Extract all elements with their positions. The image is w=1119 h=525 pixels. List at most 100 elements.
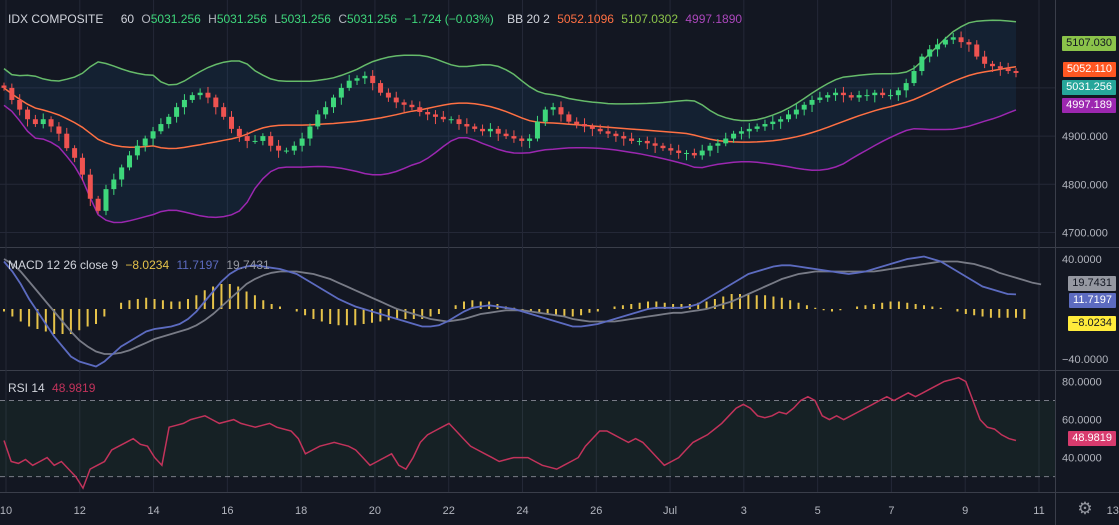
- candle-body: [25, 109, 31, 120]
- candle-body: [197, 92, 203, 96]
- candle-body: [409, 104, 415, 108]
- candle-body: [597, 128, 603, 132]
- candle-body: [927, 49, 933, 57]
- candle-body: [56, 126, 62, 134]
- x-tick-label: 20: [369, 505, 381, 517]
- bb-lower-value: 4997.1890: [685, 12, 743, 26]
- x-tick-label: 9: [962, 505, 968, 517]
- candle-body: [778, 119, 784, 122]
- candle-body: [864, 95, 870, 97]
- interval-label[interactable]: 60: [121, 12, 134, 26]
- ohlc-open-label: O: [141, 12, 151, 26]
- rsi-tag: 48.9819: [1068, 431, 1116, 446]
- candle-body: [440, 116, 446, 120]
- candle-body: [715, 143, 721, 146]
- x-tick-label: 7: [888, 505, 894, 517]
- candle-body: [699, 150, 705, 156]
- candle-body: [935, 44, 941, 50]
- price-tag-bb-lower: 4997.189: [1062, 98, 1116, 113]
- y-tick-label: 4900.000: [1062, 131, 1108, 143]
- x-tick-label: 24: [516, 505, 528, 517]
- rsi-legend: RSI 14 48.9819: [8, 381, 99, 395]
- candle-body: [189, 95, 195, 100]
- macd-y-tick-label: 40.0000: [1062, 254, 1102, 266]
- candle-body: [323, 107, 329, 115]
- candle-body: [236, 128, 242, 137]
- candle-body: [903, 83, 909, 91]
- ohlc-low-label: L: [274, 12, 281, 26]
- candle-body: [17, 99, 23, 110]
- candle-body: [158, 124, 164, 132]
- x-tick-label: 11: [1033, 505, 1044, 517]
- candle-body: [833, 92, 839, 96]
- candle-body: [919, 56, 925, 72]
- y-tick-label: 4800.000: [1062, 179, 1108, 191]
- macd-label[interactable]: MACD 12 26 close 9: [8, 258, 118, 272]
- price-legend: IDX COMPOSITE 60 O5031.256 H5031.256 L50…: [8, 12, 746, 26]
- candle-body: [103, 189, 109, 211]
- x-tick-label: Jul: [663, 505, 677, 517]
- candle-body: [205, 92, 211, 98]
- candle-body: [276, 145, 282, 151]
- rsi-label[interactable]: RSI 14: [8, 381, 45, 395]
- symbol-name[interactable]: IDX COMPOSITE: [8, 12, 103, 26]
- candle-body: [887, 95, 893, 97]
- x-tick-label: 12: [74, 505, 86, 517]
- x-tick-label: 13: [1107, 505, 1119, 517]
- candle-body: [480, 128, 486, 132]
- candle-body: [213, 97, 219, 108]
- candle-body: [134, 145, 140, 156]
- candle-body: [432, 114, 438, 117]
- candle-body: [872, 92, 878, 96]
- candle-body: [621, 136, 627, 139]
- candle-body: [166, 116, 172, 125]
- candle-body: [817, 97, 823, 100]
- candle-body: [660, 145, 666, 149]
- candle-body: [966, 42, 972, 45]
- candle-body: [550, 107, 556, 110]
- candle-body: [291, 145, 297, 151]
- candle-body: [644, 140, 650, 144]
- candle-body: [911, 71, 917, 84]
- candle-body: [260, 136, 266, 141]
- candle-body: [9, 87, 15, 100]
- candle-body: [997, 66, 1003, 69]
- candle-body: [825, 95, 831, 98]
- candle-body: [370, 75, 376, 84]
- candle-body: [880, 92, 886, 96]
- candle-body: [707, 145, 713, 151]
- candle-body: [425, 112, 431, 115]
- bb-band-fill: [4, 20, 1016, 223]
- candle-body: [801, 104, 807, 110]
- candle-body: [315, 114, 321, 127]
- candle-body: [142, 138, 148, 146]
- gear-icon[interactable]: ⚙: [1075, 499, 1095, 519]
- candle-body: [589, 126, 595, 129]
- macd-tag-macd: 11.7197: [1069, 293, 1116, 308]
- candle-body: [668, 148, 674, 151]
- candle-body: [527, 138, 533, 141]
- macd-signal-value: 19.7431: [226, 258, 270, 272]
- candle-body: [746, 128, 752, 132]
- candle-body: [1013, 71, 1019, 73]
- candle-body: [448, 119, 454, 121]
- candle-body: [495, 128, 501, 134]
- price-tag-close: 5031.256: [1062, 80, 1116, 95]
- macd-value: 11.7197: [176, 258, 219, 272]
- candle-body: [229, 116, 235, 129]
- macd-hist-value: −8.0234: [125, 258, 170, 272]
- candle-body: [464, 124, 470, 127]
- candle-body: [895, 90, 901, 96]
- ohlc-high: 5031.256: [216, 12, 267, 26]
- candle-body: [1005, 68, 1011, 72]
- ohlc-open: 5031.256: [150, 12, 201, 26]
- candle-body: [613, 133, 619, 137]
- candle-body: [378, 83, 384, 93]
- candle-body: [87, 174, 93, 199]
- candle-body: [150, 131, 156, 139]
- candle-body: [393, 97, 399, 103]
- candle-body: [982, 56, 988, 64]
- candle-body: [354, 78, 360, 81]
- bb-label[interactable]: BB 20 2: [507, 12, 550, 26]
- candle-body: [299, 138, 305, 146]
